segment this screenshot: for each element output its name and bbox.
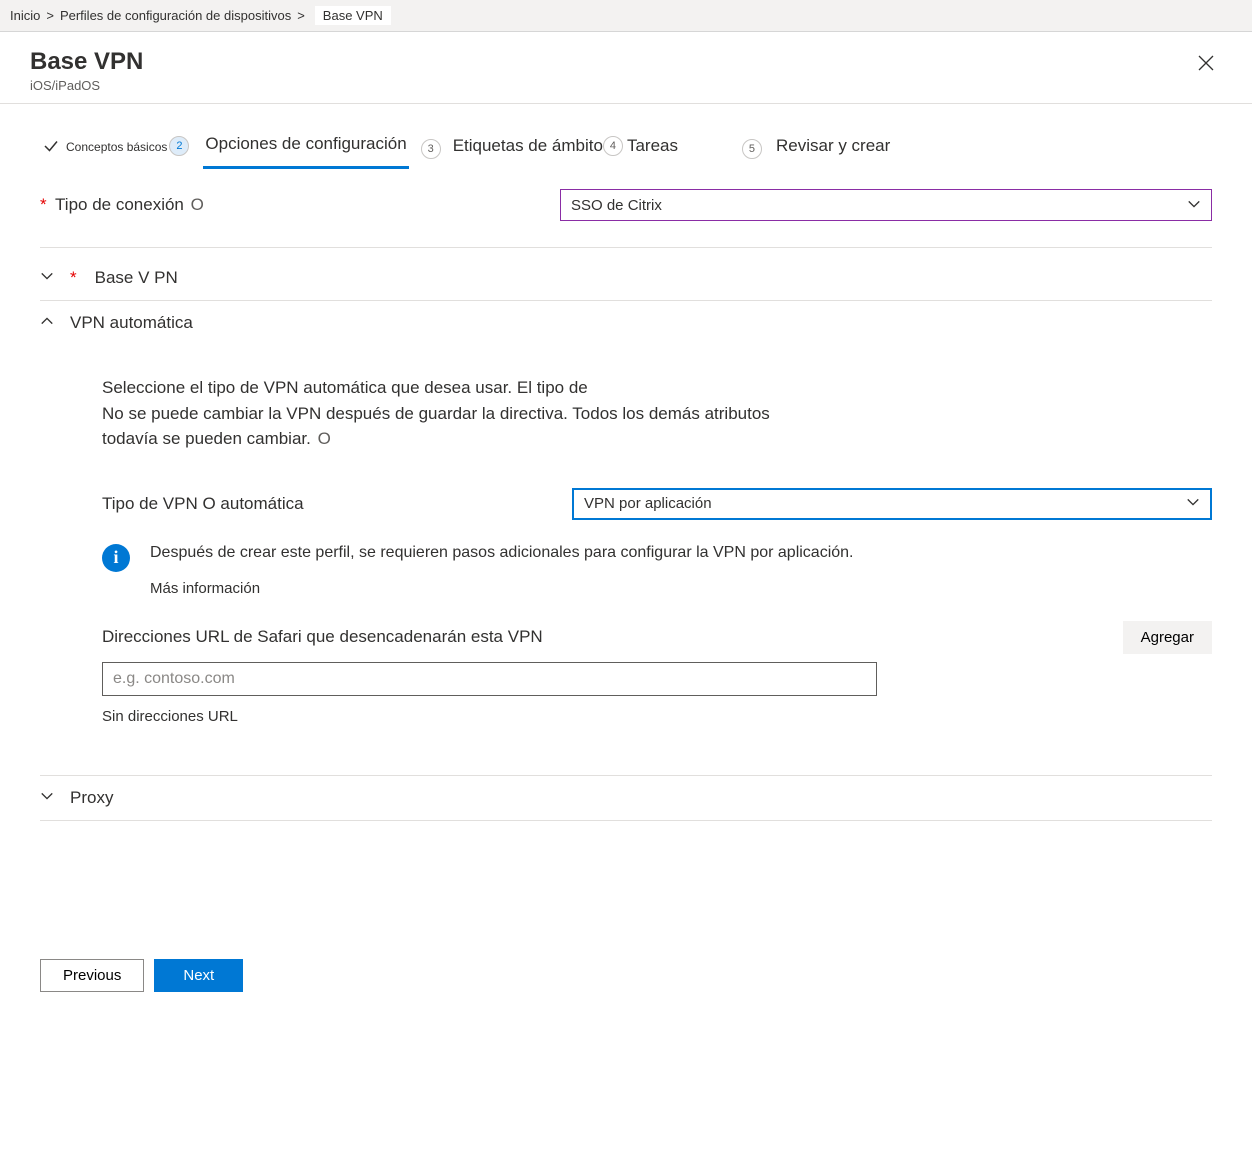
no-urls-text: Sin direcciones URL <box>102 708 1212 725</box>
step-badge-5: 5 <box>742 139 762 159</box>
chevron-down-icon <box>1186 495 1200 512</box>
chevron-down-icon <box>1187 197 1201 214</box>
connection-type-value: SSO de Citrix <box>571 197 662 214</box>
connection-type-row: * Tipo de conexión O SSO de Citrix <box>40 179 1212 239</box>
wizard-tabs: Conceptos básicos 2 Opciones de configur… <box>0 104 1252 169</box>
wizard-footer: Previous Next <box>0 941 1252 1010</box>
tab-scope-label: Etiquetas de ámbito <box>453 136 603 156</box>
page-title: Base VPN <box>30 48 143 76</box>
safari-url-row: Direcciones URL de Safari que desencaden… <box>102 621 1212 654</box>
tab-review[interactable]: Revisar y crear <box>774 130 892 168</box>
auto-vpn-type-row: Tipo de VPN O automática VPN por aplicac… <box>102 488 1212 520</box>
tab-config-label: Opciones de configuración <box>205 134 406 154</box>
safari-url-input[interactable] <box>102 662 877 696</box>
proxy-label: Proxy <box>70 788 113 808</box>
auto-vpn-type-select[interactable]: VPN por aplicación <box>572 488 1212 520</box>
safari-url-label: Direcciones URL de Safari que desencaden… <box>102 627 543 646</box>
connection-type-label: Tipo de conexión <box>55 195 184 214</box>
breadcrumb-sep: > <box>297 8 305 23</box>
panel-header: Base VPN iOS/iPadOS <box>0 32 1252 104</box>
info-icon: i <box>102 544 130 572</box>
tab-scope[interactable]: Etiquetas de ámbito 4 <box>453 130 625 168</box>
step-badge-4: 4 <box>603 136 623 156</box>
auto-vpn-accordion[interactable]: VPN automática <box>40 301 1212 345</box>
chevron-up-icon <box>40 313 56 333</box>
required-marker: * <box>70 268 77 288</box>
info-callout: i Después de crear este perfil, se requi… <box>102 544 1212 597</box>
chevron-down-icon <box>40 268 56 288</box>
proxy-accordion[interactable]: Proxy <box>40 776 1212 821</box>
tab-tasks-label: Tareas <box>627 136 678 156</box>
page-subtitle: iOS/iPadOS <box>30 78 143 93</box>
auto-vpn-type-label: Tipo de VPN O automática <box>102 494 304 513</box>
close-button[interactable] <box>1190 48 1222 80</box>
info-icon[interactable]: O <box>191 195 204 214</box>
chevron-down-icon <box>40 788 56 808</box>
base-vpn-accordion[interactable]: * Base V PN <box>40 256 1212 301</box>
breadcrumb-sep: > <box>46 8 54 23</box>
step-badge-3: 3 <box>421 139 441 159</box>
required-marker: * <box>40 195 47 214</box>
tab-basics[interactable]: Conceptos básicos 2 <box>40 130 191 168</box>
next-button[interactable]: Next <box>154 959 243 992</box>
auto-vpn-description: Seleccione el tipo de VPN automática que… <box>102 375 922 452</box>
breadcrumb-profiles[interactable]: Perfiles de configuración de dispositivo… <box>60 8 291 23</box>
close-icon <box>1198 55 1214 71</box>
breadcrumb-current: Base VPN <box>315 6 391 25</box>
step-badge: 2 <box>169 136 189 156</box>
info-text: Después de crear este perfil, se requier… <box>150 544 854 562</box>
tab-review-label: Revisar y crear <box>776 136 890 156</box>
auto-vpn-type-value: VPN por aplicación <box>584 495 712 512</box>
breadcrumb-home[interactable]: Inicio <box>10 8 40 23</box>
check-icon <box>42 137 60 155</box>
info-icon[interactable]: O <box>318 429 331 448</box>
breadcrumb: Inicio > Perfiles de configuración de di… <box>0 0 1252 32</box>
add-url-button[interactable]: Agregar <box>1123 621 1212 654</box>
tab-config[interactable]: Opciones de configuración <box>203 128 408 169</box>
tab-basics-label: Conceptos básicos <box>66 140 167 154</box>
connection-type-select[interactable]: SSO de Citrix <box>560 189 1212 221</box>
more-info-link[interactable]: Más información <box>150 580 854 597</box>
base-vpn-label: Base V PN <box>95 268 178 288</box>
auto-vpn-body: Seleccione el tipo de VPN automática que… <box>40 345 1212 745</box>
previous-button[interactable]: Previous <box>40 959 144 992</box>
auto-vpn-label: VPN automática <box>70 313 193 333</box>
tab-tasks[interactable]: Tareas <box>627 130 680 168</box>
